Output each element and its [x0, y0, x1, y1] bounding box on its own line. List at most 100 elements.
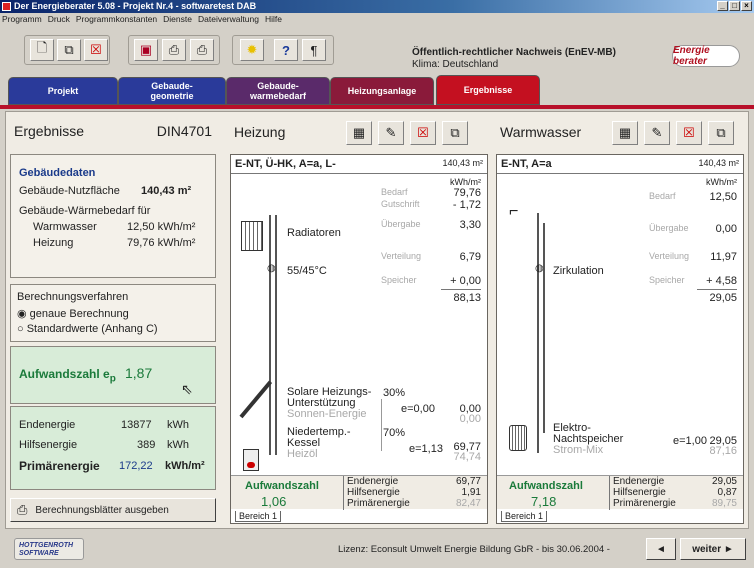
help-icon[interactable]: ?: [274, 39, 298, 61]
window-title: Der Energieberater 5.08 - Projekt Nr.4 -…: [14, 1, 257, 11]
title-bar: Der Energieberater 5.08 - Projekt Nr.4 -…: [0, 0, 754, 13]
ww-summary: Aufwandszahl 7,18 Endenergie 29,05 Hilfs…: [497, 475, 743, 510]
ww-speicher-value: + 4,58: [706, 275, 737, 287]
tab-projekt[interactable]: Projekt: [8, 77, 118, 105]
uebergabe-label: Übergabe: [381, 219, 421, 229]
ww-bedarf-value: 12,50: [709, 191, 737, 203]
kessel-pct: 70%: [383, 427, 406, 439]
new-doc-icon[interactable]: 🗋: [30, 39, 54, 61]
minimize-button[interactable]: _: [717, 1, 728, 11]
panel-title: Ergebnisse: [14, 123, 85, 139]
ww-pump-icon: ◍: [535, 263, 544, 274]
kessel-v2: 74,74: [453, 451, 481, 463]
table-icon[interactable]: ▦: [346, 121, 372, 145]
menu-dateiverwaltung[interactable]: Dateiverwaltung: [198, 13, 259, 25]
standard-label: DIN4701: [156, 123, 212, 139]
warmwasser-panel: Warmwasser ▦ ✎ ☒ ⧉ E-NT, A=a 140,43 m² k…: [496, 114, 746, 526]
ww-hilf-value: 0,87: [717, 487, 737, 498]
ww-delete-icon[interactable]: ☒: [676, 121, 702, 145]
zirkulation-label: Zirkulation: [553, 265, 604, 277]
speicher-label: Speicher: [381, 275, 417, 285]
tab-ergebnisse[interactable]: Ergebnisse: [436, 75, 540, 105]
ww-uebergabe-label: Übergabe: [649, 223, 689, 233]
nutzflaeche-label: Gebäude-Nutzfläche: [19, 185, 120, 197]
menu-druck[interactable]: Druck: [48, 13, 70, 25]
ww-hilf-label: Hilfsenergie: [613, 487, 666, 498]
tab-heizungsanlage[interactable]: Heizungsanlage: [330, 77, 434, 105]
close-button[interactable]: ×: [741, 1, 752, 11]
hottgenroth-logo: HOTTGENROTH SOFTWARE: [14, 538, 84, 560]
heizung-aufwand-label: Aufwandszahl: [245, 480, 319, 492]
heizung-hilf-label: Hilfsenergie: [347, 487, 400, 498]
speicher-value: + 0,00: [450, 275, 481, 287]
radio-genaue[interactable]: ◉ genaue Berechnung: [17, 307, 129, 320]
paragraph-icon[interactable]: ¶: [302, 39, 326, 61]
heizung-value: 79,76 kWh/m²: [127, 237, 196, 249]
menu-dienste[interactable]: Dienste: [163, 13, 192, 25]
maximize-button[interactable]: □: [729, 1, 740, 11]
bedarf-value: 79,76: [453, 187, 481, 199]
primaerenergie-label: Primärenergie: [19, 459, 100, 473]
ww-copy-icon[interactable]: ⧉: [708, 121, 734, 145]
verteilung-value: 6,79: [459, 251, 481, 263]
aufwandszahl-value: 1,87: [125, 365, 153, 381]
berechnungsblaetter-button[interactable]: ⎙ Berechnungsblätter ausgeben: [10, 498, 216, 522]
next-button[interactable]: weiter ►: [680, 538, 746, 560]
ww-prim-label: Primärenergie: [613, 498, 676, 509]
ww-table-icon[interactable]: ▦: [612, 121, 638, 145]
menu-programm[interactable]: Programm: [2, 13, 42, 25]
heizung-box: E-NT, Ü-HK, A=a, L- 140,43 m² kWh/m² Bed…: [230, 154, 488, 524]
solar-label: Solare Heizungs- Unterstützung Sonnen-Ener…: [287, 386, 372, 420]
berechnungsblaetter-label: Berechnungsblätter ausgeben: [35, 504, 169, 516]
verteilung-label: Verteilung: [381, 251, 422, 261]
heizung-bereich-tab[interactable]: Bereich 1: [235, 511, 282, 522]
aufwandszahl-label: Aufwandszahl ep: [19, 367, 116, 385]
ww-verteilung-label: Verteilung: [649, 251, 690, 261]
temp-label: 55/45°C: [287, 265, 327, 277]
tab-gebaeudegeometrie[interactable]: Gebaude-geometrie: [118, 77, 226, 105]
solar-collector-icon: [239, 380, 273, 419]
nutzflaeche-value: 140,43 m²: [141, 185, 192, 197]
heizung-summary: Aufwandszahl 1,06 Endenergie 69,77 Hilfs…: [231, 475, 487, 510]
open-doc-icon[interactable]: ⧉: [57, 39, 81, 61]
save-icon[interactable]: ▣: [134, 39, 158, 61]
app-icon: [2, 2, 11, 11]
endenergie-label: Endenergie: [19, 419, 76, 431]
tab-bar: Projekt Gebaude-geometrie Gebaude-warmeb…: [0, 73, 754, 109]
ww-unit: kWh/m²: [706, 177, 737, 187]
heizung-aufwand-value: 1,06: [261, 494, 287, 509]
heizung-sum: 88,13: [453, 292, 481, 304]
warmwasser-value: 12,50 kWh/m²: [127, 221, 196, 233]
warmwasser-title: Warmwasser: [500, 124, 582, 140]
menu-programmkonstanten[interactable]: Programmkonstanten: [76, 13, 157, 25]
print-preview-icon[interactable]: ⎙: [190, 39, 214, 61]
delete-doc-icon[interactable]: ☒: [84, 39, 108, 61]
sun-icon[interactable]: ✹: [240, 39, 264, 61]
heizung-prim-value: 82,47: [455, 498, 481, 509]
hilfsenergie-value: 389: [137, 439, 156, 451]
ww-aufwand-value: 7,18: [531, 494, 557, 509]
footer: HOTTGENROTH SOFTWARE Lizenz: Econsult Um…: [0, 530, 754, 568]
verfahren-heading: Berechnungsverfahren: [17, 291, 129, 303]
boiler-icon: [243, 449, 259, 471]
uebergabe-value: 3,30: [459, 219, 481, 231]
delete-icon[interactable]: ☒: [410, 121, 436, 145]
copy-icon[interactable]: ⧉: [442, 121, 468, 145]
back-button[interactable]: ◄: [646, 538, 676, 560]
heizung-prim-label: Primärenergie: [347, 498, 410, 509]
print-icon[interactable]: ⎙: [162, 39, 186, 61]
radio-standard[interactable]: ○ Standardwerte (Anhang C): [17, 323, 158, 335]
heizung-title: Heizung: [234, 124, 286, 140]
ww-bereich-tab[interactable]: Bereich 1: [501, 511, 548, 522]
hilfsenergie-unit: kWh: [167, 439, 189, 451]
ww-edit-icon[interactable]: ✎: [644, 121, 670, 145]
edit-icon[interactable]: ✎: [378, 121, 404, 145]
nachtspeicher-label: Elektro- Nachtspeicher Strom-Mix: [553, 422, 624, 456]
kessel-label: Niedertemp.- Kessel Heizöl: [287, 426, 351, 460]
tab-gebaeudewaermebedarf[interactable]: Gebaude-warmebedarf: [226, 77, 330, 105]
waermebedarf-label: Gebäude-Wärmebedarf für: [19, 205, 151, 217]
license-text: Lizenz: Econsult Umwelt Energie Bildung …: [338, 544, 610, 555]
header-info: Öffentlich-rechtlicher Nachweis (EnEV-MB…: [412, 47, 616, 71]
aufwandszahl-box: Aufwandszahl ep 1,87 ⇖: [10, 346, 216, 404]
menu-hilfe[interactable]: Hilfe: [265, 13, 282, 25]
